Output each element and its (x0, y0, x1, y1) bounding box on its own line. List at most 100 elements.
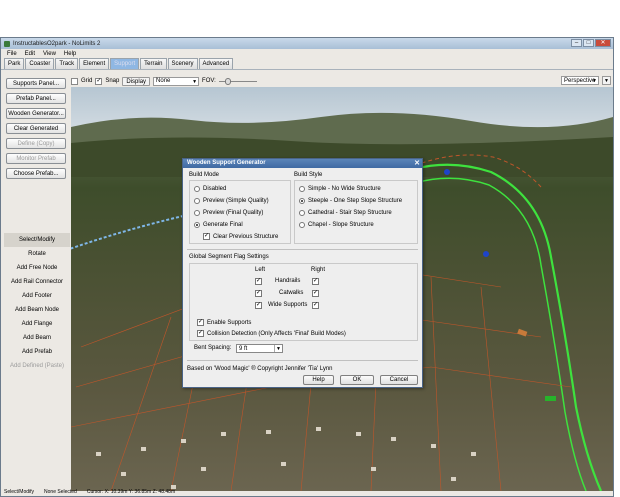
build-style-cathedral[interactable]: Cathedral - Stair Step Structure (299, 210, 392, 216)
build-style-steeple[interactable]: Steeple - One Step Slope Structure (299, 198, 402, 204)
tool-add-prefab[interactable]: Add Prefab (4, 345, 70, 359)
status-cursor: Cursor: X: 10.39m Y: 36.85m Z: 48.48m (86, 489, 176, 495)
option-label: Disabled (203, 186, 227, 192)
window-title: InstructablesO2park - NoLimits 2 (13, 40, 101, 47)
option-label: Steeple - One Step Slope Structure (308, 198, 403, 204)
help-button[interactable]: Help (303, 375, 334, 385)
cancel-button[interactable]: Cancel (380, 375, 418, 385)
tab-support[interactable]: Support (110, 58, 140, 69)
tab-park[interactable]: Park (4, 58, 25, 69)
rail-connector-marker[interactable] (517, 328, 528, 337)
tool-add-free-node[interactable]: Add Free Node (4, 261, 70, 275)
menu-edit[interactable]: Edit (25, 51, 35, 57)
build-mode-generate-final[interactable]: Generate Final (194, 222, 243, 228)
radio[interactable] (194, 198, 200, 204)
tab-terrain[interactable]: Terrain (140, 58, 167, 69)
radio[interactable] (299, 222, 305, 228)
clear-previous-structure[interactable]: ✓ Clear Previous Structure (203, 233, 278, 240)
catwalks-left-checkbox[interactable]: ✓ (255, 290, 262, 297)
wide-supports-left-checkbox[interactable]: ✓ (255, 302, 262, 309)
option-label: Preview (Final Quality) (203, 210, 264, 216)
build-mode-preview-simple[interactable]: Preview (Simple Quality) (194, 198, 269, 204)
menu-help[interactable]: Help (64, 51, 76, 57)
collision-detection[interactable]: ✓ Collision Detection (Only Affects 'Fina… (197, 330, 346, 337)
handrails-left-checkbox[interactable]: ✓ (255, 278, 262, 285)
view-toolbar: Grid ✓ Snap Display None ▼ FOV: Perspect… (71, 76, 613, 86)
radio[interactable] (299, 210, 305, 216)
tab-scenery[interactable]: Scenery (167, 58, 198, 69)
grid-label: Grid (81, 78, 93, 84)
bent-spacing-select[interactable]: 9 ft ▼ (236, 344, 283, 353)
enable-supports[interactable]: ✓ Enable Supports (197, 319, 251, 326)
tool-rotate[interactable]: Rotate (4, 247, 70, 261)
track-node[interactable] (444, 169, 450, 175)
catwalks-right-checkbox[interactable]: ✓ (312, 290, 319, 297)
choose-prefab-button[interactable]: Choose Prefab... (6, 168, 66, 179)
build-mode-preview-final[interactable]: Preview (Final Quality) (194, 210, 263, 216)
display-mode-select[interactable]: None ▼ (153, 76, 200, 86)
radio[interactable] (299, 198, 305, 204)
chevron-down-icon: ▼ (274, 345, 282, 352)
radio[interactable] (194, 210, 200, 216)
minimize-button[interactable]: – (571, 39, 582, 47)
snap-checkbox[interactable]: ✓ (95, 77, 103, 85)
radio[interactable] (194, 186, 200, 192)
radio[interactable] (299, 186, 305, 192)
tab-coaster[interactable]: Coaster (25, 58, 55, 69)
tab-track[interactable]: Track (55, 58, 79, 69)
option-label: Simple - No Wide Structure (308, 186, 381, 192)
checkbox[interactable]: ✓ (197, 319, 204, 326)
option-label: Clear Previous Structure (213, 233, 279, 240)
handrails-label: Handrails (275, 278, 301, 284)
catwalks-label: Catwalks (279, 290, 304, 296)
close-button[interactable]: ✕ (595, 39, 611, 47)
bent-spacing-label: Bent Spacing: (194, 345, 232, 351)
mode-tabs: Park Coaster Track Element Support Terra… (1, 58, 613, 70)
tool-add-rail-connector[interactable]: Add Rail Connector (4, 275, 70, 289)
monitor-prefab-button[interactable]: Monitor Prefab (6, 153, 66, 164)
status-mode: Select/Modify (4, 489, 35, 495)
fov-slider-thumb[interactable] (224, 77, 231, 85)
display-button[interactable]: Display (122, 76, 151, 86)
footer-blocks (96, 427, 476, 489)
grid-checkbox[interactable] (71, 77, 78, 85)
wide-supports-right-checkbox[interactable]: ✓ (312, 302, 319, 309)
checkbox[interactable]: ✓ (203, 233, 210, 240)
radio[interactable] (194, 222, 200, 228)
wooden-generator-button[interactable]: Wooden Generator... (6, 108, 66, 119)
fov-slider[interactable] (218, 77, 257, 86)
build-mode-disabled[interactable]: Disabled (194, 186, 226, 192)
build-style-chapel[interactable]: Chapel - Slope Structure (299, 222, 374, 228)
track-node[interactable] (483, 251, 489, 257)
toolbar-menu-arrow[interactable]: ▼ (602, 76, 611, 85)
tool-add-flange[interactable]: Add Flange (4, 317, 70, 331)
handrails-right-checkbox[interactable]: ✓ (312, 278, 319, 285)
tool-select-modify[interactable]: Select/Modify (4, 233, 70, 247)
title-bar: InstructablesO2park - NoLimits 2 – □ ✕ (1, 38, 613, 49)
view-mode-select[interactable]: Perspective ▼ (561, 76, 599, 85)
build-style-heading: Build Style (294, 172, 323, 178)
tab-element[interactable]: Element (79, 58, 110, 69)
tool-add-footer[interactable]: Add Footer (4, 289, 70, 303)
tab-advanced[interactable]: Advanced (198, 58, 234, 69)
tool-add-beam-node[interactable]: Add Beam Node (4, 303, 70, 317)
clear-generated-button[interactable]: Clear Generated (6, 123, 66, 134)
ok-button[interactable]: OK (340, 375, 374, 385)
checkbox[interactable]: ✓ (197, 330, 204, 337)
track-segment-marker[interactable] (545, 396, 556, 401)
tool-add-beam[interactable]: Add Beam (4, 331, 70, 345)
app-icon (4, 40, 10, 47)
right-column-label: Right (311, 267, 326, 273)
supports-panel-button[interactable]: Supports Panel... (6, 78, 66, 89)
fov-label: FOV: (202, 78, 216, 84)
chevron-down-icon: ▼ (592, 78, 597, 84)
prefab-panel-button[interactable]: Prefab Panel... (6, 93, 66, 104)
maximize-button[interactable]: □ (583, 39, 594, 47)
menu-file[interactable]: File (7, 51, 17, 57)
snap-label: Snap (105, 78, 120, 84)
build-style-simple[interactable]: Simple - No Wide Structure (299, 186, 381, 192)
define-copy-button[interactable]: Define (Copy) (6, 138, 66, 149)
menu-view[interactable]: View (43, 51, 56, 57)
close-icon[interactable]: ✕ (414, 159, 420, 168)
tool-add-defined-paste[interactable]: Add Defined (Paste) (4, 359, 70, 373)
